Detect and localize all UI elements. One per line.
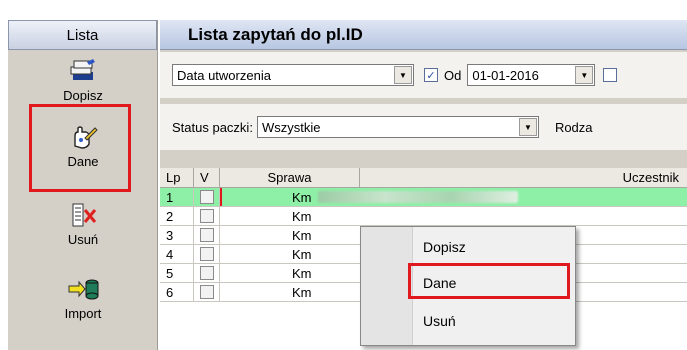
cell-v[interactable]: [194, 264, 220, 282]
stack-add-icon: [70, 59, 95, 80]
menu-item-dopisz[interactable]: Dopisz: [423, 239, 466, 255]
chevron-down-icon[interactable]: ▼: [575, 66, 594, 84]
from-date-value: 01-01-2016: [472, 67, 539, 83]
toolbar-panel: Lista Dopisz Dane Usuń Import: [8, 20, 158, 350]
od-label: Od: [444, 67, 462, 83]
dopisz-label: Dopisz: [63, 88, 103, 103]
cell-v[interactable]: [194, 226, 220, 244]
page-title: Lista zapytań do pl.ID: [160, 20, 687, 50]
status-label: Status paczki:: [172, 119, 253, 135]
date-field-select[interactable]: Data utworzenia ▼: [172, 64, 414, 86]
cell-lp: 2: [160, 207, 194, 225]
chevron-down-icon[interactable]: ▼: [518, 118, 537, 136]
cell-lp: 5: [160, 264, 194, 282]
row-checkbox[interactable]: [200, 190, 214, 204]
list-delete-icon: [72, 203, 97, 227]
from-date-input[interactable]: 01-01-2016 ▼: [467, 64, 596, 86]
usun-button[interactable]: Usuń: [8, 202, 158, 247]
od-checkbox[interactable]: ✓: [424, 68, 438, 82]
toolbar-header: Lista: [8, 20, 157, 50]
filter-row-dates: Data utworzenia ▼ ✓ Od 01-01-2016 ▼: [160, 52, 687, 98]
menu-item-usun[interactable]: Usuń: [423, 313, 456, 329]
usun-label: Usuń: [67, 232, 99, 247]
chevron-down-icon[interactable]: ▼: [394, 66, 412, 84]
col-lp[interactable]: Lp: [160, 168, 194, 187]
cell-sprawa: Km: [292, 208, 312, 224]
date-field-value: Data utworzenia: [177, 67, 271, 83]
row-checkbox[interactable]: [200, 209, 214, 223]
status-select[interactable]: Wszystkie ▼: [256, 116, 539, 138]
menu-icon-gutter: [361, 227, 413, 345]
cell-v[interactable]: [194, 283, 220, 301]
table-row[interactable]: 2 Km: [160, 207, 687, 226]
menu-dane-highlight-box: [408, 263, 570, 299]
cell-v[interactable]: [194, 245, 220, 263]
table-row[interactable]: 1 Km: [160, 188, 687, 207]
filter-row-status: Status paczki: Wszystkie ▼ Rodza: [160, 104, 687, 150]
do-checkbox[interactable]: [603, 68, 618, 82]
import-label: Import: [64, 306, 102, 321]
cell-sprawa: Km: [220, 188, 687, 206]
import-button[interactable]: Import: [8, 276, 158, 321]
rodzaj-label: Rodza: [554, 119, 593, 135]
cell-lp: 6: [160, 283, 194, 301]
row-checkbox[interactable]: [200, 285, 214, 299]
col-v[interactable]: V: [194, 168, 220, 187]
dane-highlight-box: [29, 104, 131, 192]
row-checkbox[interactable]: [200, 228, 214, 242]
cell-lp: 4: [160, 245, 194, 263]
row-checkbox[interactable]: [200, 266, 214, 280]
cell-v[interactable]: [194, 188, 220, 206]
table-header: Lp V Sprawa Uczestnik: [160, 168, 687, 188]
cell-v[interactable]: [194, 207, 220, 225]
cell-lp: 3: [160, 226, 194, 244]
import-db-icon: [68, 279, 99, 300]
row-checkbox[interactable]: [200, 247, 214, 261]
redacted-text: [317, 191, 518, 203]
sprawa-text: Km: [292, 189, 312, 205]
status-value: Wszystkie: [261, 119, 321, 135]
dopisz-button[interactable]: Dopisz: [8, 58, 158, 103]
col-uczestnik[interactable]: Uczestnik: [360, 168, 687, 187]
cell-lp: 1: [160, 188, 194, 206]
col-sprawa[interactable]: Sprawa: [220, 168, 360, 187]
